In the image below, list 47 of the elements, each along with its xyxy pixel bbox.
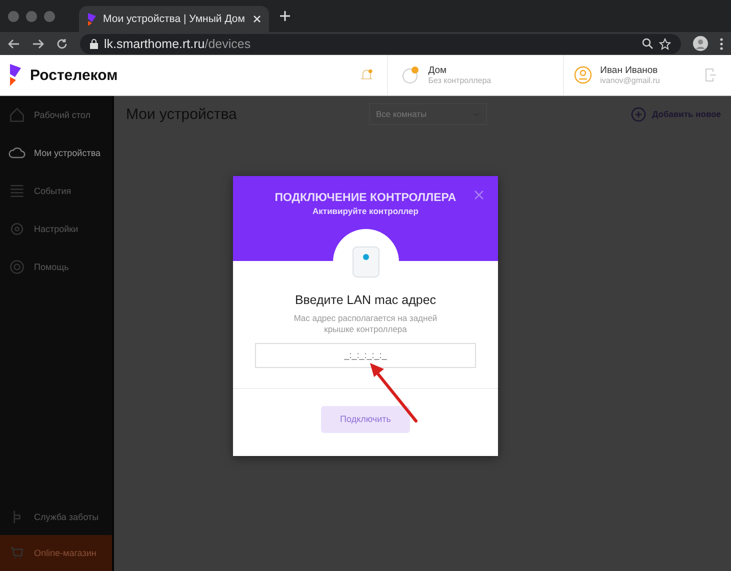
user-email: ivanov@gmail.ru: [600, 76, 660, 85]
reload-icon[interactable]: [56, 38, 68, 50]
lock-icon: [90, 38, 98, 48]
user-name: Иван Иванов: [600, 65, 659, 76]
mac-input[interactable]: _:_:_:_:_:_: [255, 342, 476, 368]
list-icon: [8, 182, 26, 200]
dialog-heading: Введите LAN mac адрес: [294, 293, 436, 307]
window-close-dot[interactable]: [8, 10, 19, 22]
back-icon[interactable]: [8, 38, 20, 50]
plus-icon: [631, 106, 646, 122]
avatar-icon[interactable]: [693, 36, 708, 51]
logo-icon: [87, 12, 97, 26]
sidebar-item[interactable]: Мои устройства: [0, 134, 112, 172]
url-text: lk.smarthome.rt.ru/devices: [104, 36, 251, 50]
sidebar-item[interactable]: Служба заботы: [0, 499, 112, 535]
home-icon: [8, 106, 26, 124]
window-maximize-dot[interactable]: [44, 10, 55, 22]
user-menu[interactable]: Иван Иванов ivanov@gmail.ru: [563, 55, 731, 95]
sidebar-item[interactable]: Помощь: [0, 248, 112, 286]
sidebar-item[interactable]: События: [0, 172, 112, 210]
close-icon[interactable]: [253, 15, 261, 23]
room-select[interactable]: Все комнаты: [369, 103, 487, 125]
sidebar-item[interactable]: Рабочий стол: [0, 96, 112, 134]
controller-icon: [352, 246, 380, 278]
window-minimize-dot[interactable]: [26, 10, 37, 22]
browser-tab[interactable]: Мои устройства | Умный Дом: [79, 6, 269, 32]
home-name: Дом: [428, 65, 448, 76]
sidebar-item[interactable]: Настройки: [0, 210, 112, 248]
controller-icon: [402, 66, 420, 84]
home-status: Без контроллера: [428, 76, 492, 85]
cart-icon: [8, 544, 26, 562]
logo-text: Ростелеком: [30, 66, 118, 84]
address-bar[interactable]: lk.smarthome.rt.ru/devices: [80, 34, 681, 54]
star-icon[interactable]: [659, 38, 671, 50]
dialog-subtitle: Активируйте контроллер: [312, 206, 418, 216]
logo-icon: [8, 64, 22, 86]
dialog-title: ПОДКЛЮЧЕНИЕ КОНТРОЛЛЕРА: [274, 192, 456, 204]
zoom-icon[interactable]: [642, 38, 653, 49]
gear-icon: [8, 220, 26, 238]
menu-icon[interactable]: [720, 38, 723, 50]
shop-link[interactable]: Online-магазин: [0, 535, 112, 571]
home-selector[interactable]: Дом Без контроллера: [387, 55, 564, 95]
user-icon: [574, 66, 592, 84]
tab-title: Мои устройства | Умный Дом: [103, 13, 246, 25]
forward-icon[interactable]: [32, 38, 44, 50]
dialog-hint: Mac адрес располагается на задней крышке контроллера: [292, 313, 438, 336]
new-tab-icon[interactable]: [279, 10, 291, 22]
